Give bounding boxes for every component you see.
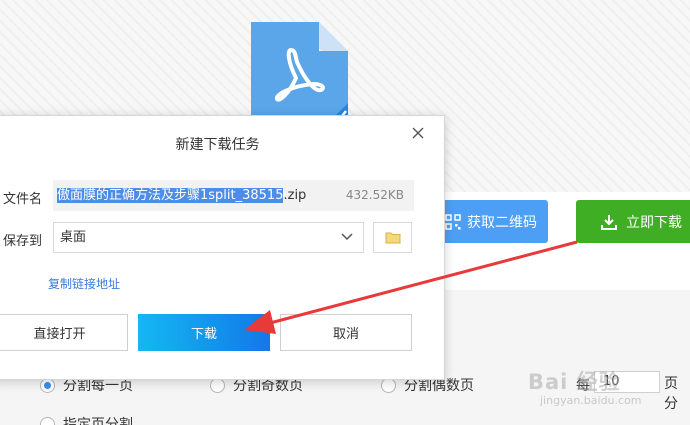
option-label: 指定页分割 [63,417,133,425]
saveto-select[interactable]: 桌面 [53,222,364,253]
download-now-button[interactable]: 立即下载 [576,200,690,243]
dialog-title: 新建下载任务 [175,137,260,153]
file-size: 432.52KB [345,188,404,202]
filename-input[interactable]: 傲面膜的正确方法及步骤1split_38515.zip 432.52KB [53,180,414,211]
filename-selected-text: 傲面膜的正确方法及步骤1split_38515 [57,188,284,203]
open-direct-label: 直接打开 [33,327,86,342]
filename-label: 文件名 [3,192,43,207]
page-unit-label: 页分 [664,376,678,412]
watermark-url: jingyan.baidu.com [540,394,642,407]
open-direct-button[interactable]: 直接打开 [0,314,128,351]
get-qrcode-button[interactable]: 获取二维码 [434,200,548,243]
download-now-label: 立即下载 [626,214,682,231]
option-split-specified[interactable]: 指定页分割 [40,414,133,425]
saveto-label: 保存到 [3,234,43,249]
browse-folder-button[interactable] [373,222,412,253]
close-icon[interactable] [411,126,425,140]
watermark-logo: Bai 经验 [528,370,621,394]
new-download-dialog: 新建下载任务 文件名 傲面膜的正确方法及步骤1split_38515.zip 4… [0,115,445,380]
filename-extension: .zip [283,188,307,203]
get-qrcode-label: 获取二维码 [467,214,537,231]
download-icon [601,214,617,230]
radio-unselected[interactable] [40,416,55,425]
folder-icon [385,232,400,244]
qrcode-icon [445,213,461,230]
pdf-file-icon [251,22,348,122]
copy-link-address[interactable]: 复制链接地址 [48,275,120,292]
download-label: 下载 [190,327,217,342]
cancel-label: 取消 [332,327,359,342]
download-button[interactable]: 下载 [138,314,270,351]
chevron-down-icon [341,233,353,241]
cancel-button[interactable]: 取消 [280,314,412,351]
saveto-value: 桌面 [60,230,87,245]
